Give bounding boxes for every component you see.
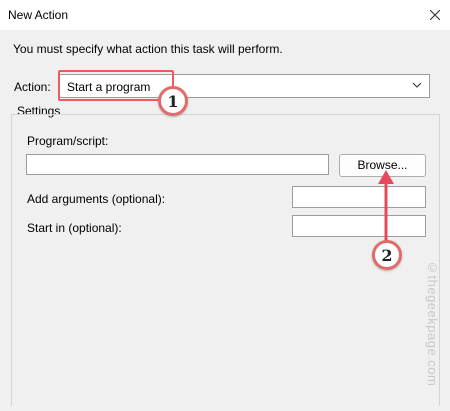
start-in-input[interactable] bbox=[292, 215, 426, 237]
start-in-label: Start in (optional): bbox=[27, 221, 122, 235]
watermark-text: ©thegeekpage.com bbox=[425, 260, 440, 387]
arrow-up-icon bbox=[378, 170, 394, 244]
action-label: Action: bbox=[14, 80, 51, 94]
step-badge-1: 1 bbox=[158, 86, 188, 116]
chevron-down-icon bbox=[411, 79, 423, 94]
program-script-input[interactable] bbox=[26, 154, 329, 175]
arguments-input[interactable] bbox=[292, 186, 426, 208]
close-icon bbox=[430, 10, 440, 20]
action-highlight-box bbox=[58, 70, 174, 101]
window-title: New Action bbox=[8, 8, 69, 22]
close-button[interactable] bbox=[420, 0, 450, 30]
title-bar: New Action bbox=[0, 0, 450, 30]
step-badge-2: 2 bbox=[372, 240, 402, 270]
program-script-label: Program/script: bbox=[27, 134, 109, 148]
instruction-text: You must specify what action this task w… bbox=[13, 42, 283, 56]
arguments-label: Add arguments (optional): bbox=[27, 192, 166, 206]
